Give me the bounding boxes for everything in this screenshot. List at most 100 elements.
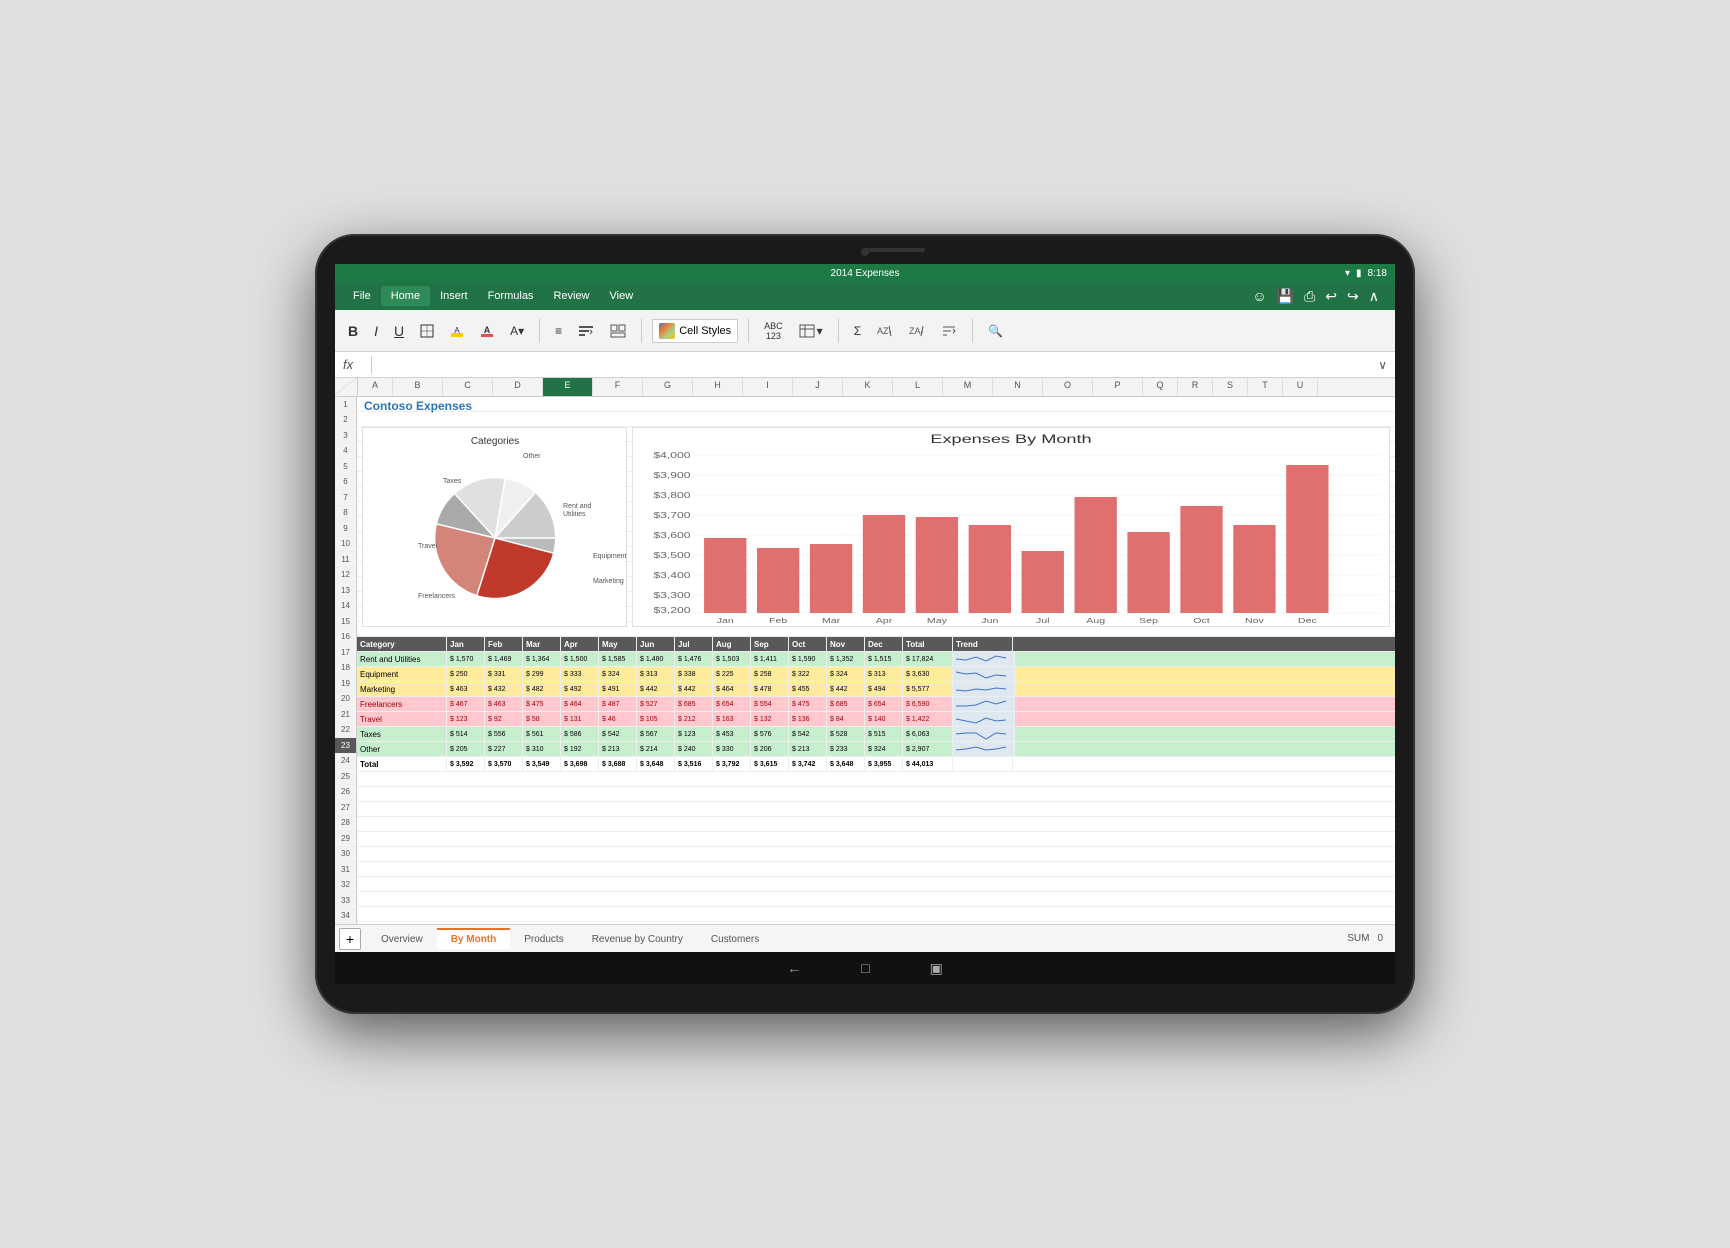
collapse-icon[interactable]: ∧ [1369,288,1379,305]
table-row-rent[interactable]: Rent and Utilities $ 1,570 $ 1,469 $ 1,3… [357,652,1395,667]
table-row-32 [357,772,1395,787]
font-color-button[interactable]: A [475,321,499,341]
col-header-r[interactable]: R [1178,378,1213,396]
menu-file[interactable]: File [343,286,381,306]
header-jul: Jul [675,637,713,651]
table-row-freelancers[interactable]: Freelancers $ 467 $ 463 $ 475 $ 464 $ 48… [357,697,1395,712]
emoji-icon[interactable]: ☺ [1252,288,1266,305]
col-header-t[interactable]: T [1248,378,1283,396]
add-sheet-button[interactable]: + [339,928,361,950]
sum-button[interactable]: Σ [849,321,866,341]
tab-by-month[interactable]: By Month [437,928,511,949]
svg-text:Nov: Nov [1245,617,1264,625]
row-num-4: 4 [335,444,356,460]
cell-rent-dec: $ 1,515 [865,652,903,666]
col-header-c[interactable]: C [443,378,493,396]
col-header-g[interactable]: G [643,378,693,396]
pie-chart-container[interactable]: Categories [362,427,627,627]
menu-home[interactable]: Home [381,286,430,306]
bar-mar [810,544,852,613]
font-size-button[interactable]: A▾ [505,321,529,341]
sheet-main-content: 1 2 3 4 5 6 7 8 9 10 11 12 13 14 15 16 1 [335,397,1395,924]
svg-text:$3,600: $3,600 [653,532,690,541]
cell-equip-label: Equipment [357,667,447,681]
menu-insert[interactable]: Insert [430,286,478,306]
sort-za-button[interactable]: ZA [904,321,930,341]
save-icon[interactable]: 💾 [1277,288,1294,305]
svg-text:$3,200: $3,200 [653,607,690,616]
formula-expand-icon[interactable]: ∨ [1378,358,1387,372]
cells-area[interactable]: Contoso Expenses Categories [357,397,1395,924]
italic-button[interactable]: I [369,320,383,342]
abc123-button[interactable]: ABC123 [759,318,788,344]
redo-icon[interactable]: ↪ [1347,288,1359,305]
col-header-s[interactable]: S [1213,378,1248,396]
undo-icon[interactable]: ↩ [1325,288,1337,305]
col-header-k[interactable]: K [843,378,893,396]
tab-products[interactable]: Products [510,928,577,949]
menu-bar: File Home Insert Formulas Review View ☺ … [335,282,1395,310]
share-icon[interactable]: ⎙ [1304,288,1315,305]
col-header-f[interactable]: F [593,378,643,396]
row-num-34: 34 [335,909,356,925]
nav-recents-button[interactable]: ▣ [930,960,943,977]
table-button[interactable]: ▾ [794,321,828,341]
bar-sep [1127,532,1169,613]
underline-button[interactable]: U [389,320,409,342]
col-header-d[interactable]: D [493,378,543,396]
col-header-a[interactable]: A [358,378,393,396]
header-aug: Aug [713,637,751,651]
table-row-equipment[interactable]: Equipment $ 250 $ 331 $ 299 $ 333 $ 324 … [357,667,1395,682]
bar-may [916,517,958,613]
table-row-header: Category Jan Feb Mar Apr May Jun Jul Aug… [357,637,1395,652]
row-num-17: 17 [335,645,356,661]
col-header-m[interactable]: M [943,378,993,396]
nav-home-button[interactable]: □ [861,960,869,976]
col-header-e[interactable]: E [543,378,593,396]
align-left-button[interactable]: ≡ [550,321,567,341]
tab-customers[interactable]: Customers [697,928,773,949]
table-row-marketing[interactable]: Marketing $ 463 $ 432 $ 482 $ 492 $ 491 … [357,682,1395,697]
menu-review[interactable]: Review [543,286,599,306]
bar-jul [1022,551,1064,613]
bar-chart-svg: Expenses By Month $4,000 $3,900 $3,800 $… [633,428,1389,628]
bold-button[interactable]: B [343,320,363,342]
table-row-total[interactable]: Total $ 3,592 $ 3,570 $ 3,549 $ 3,698 $ … [357,757,1395,772]
bar-jan [704,538,746,613]
sort-az-button[interactable]: AZ [872,321,898,341]
sort-custom-button[interactable] [936,321,962,341]
divider-2 [641,319,642,343]
find-button[interactable]: 🔍 [983,321,1008,341]
col-header-n[interactable]: N [993,378,1043,396]
tab-overview[interactable]: Overview [367,928,437,949]
sheet-tabs-bar: + Overview By Month Products Revenue by … [335,924,1395,952]
table-row-taxes[interactable]: Taxes $ 514 $ 556 $ 561 $ 586 $ 542 $ 56… [357,727,1395,742]
col-header-b[interactable]: B [393,378,443,396]
highlight-button[interactable]: A [445,321,469,341]
svg-text:A: A [454,326,460,335]
menu-view[interactable]: View [600,286,644,306]
col-header-h[interactable]: H [693,378,743,396]
tab-revenue-by-country[interactable]: Revenue by Country [578,928,697,949]
format-button[interactable] [605,321,631,341]
table-row-other[interactable]: Other $ 205 $ 227 $ 310 $ 192 $ 213 $ 21… [357,742,1395,757]
col-header-l[interactable]: L [893,378,943,396]
cell-rent-jul: $ 1,476 [675,652,713,666]
table-row-travel[interactable]: Travel $ 123 $ 92 $ 58 $ 131 $ 46 $ 105 … [357,712,1395,727]
col-header-u[interactable]: U [1283,378,1318,396]
nav-back-button[interactable]: ← [787,960,801,976]
time-display: 8:18 [1368,268,1387,279]
sum-area: SUM 0 [1347,933,1391,944]
bar-chart-container[interactable]: Expenses By Month $4,000 $3,900 $3,800 $… [632,427,1390,627]
col-header-i[interactable]: I [743,378,793,396]
col-header-q[interactable]: Q [1143,378,1178,396]
border-button[interactable] [415,321,439,341]
menu-formulas[interactable]: Formulas [478,286,544,306]
wrap-text-button[interactable] [573,321,599,341]
row-num-6: 6 [335,475,356,491]
cell-styles-button[interactable]: Cell Styles [652,319,738,343]
col-header-p[interactable]: P [1093,378,1143,396]
col-header-j[interactable]: J [793,378,843,396]
col-header-o[interactable]: O [1043,378,1093,396]
formula-input[interactable] [380,359,1370,371]
